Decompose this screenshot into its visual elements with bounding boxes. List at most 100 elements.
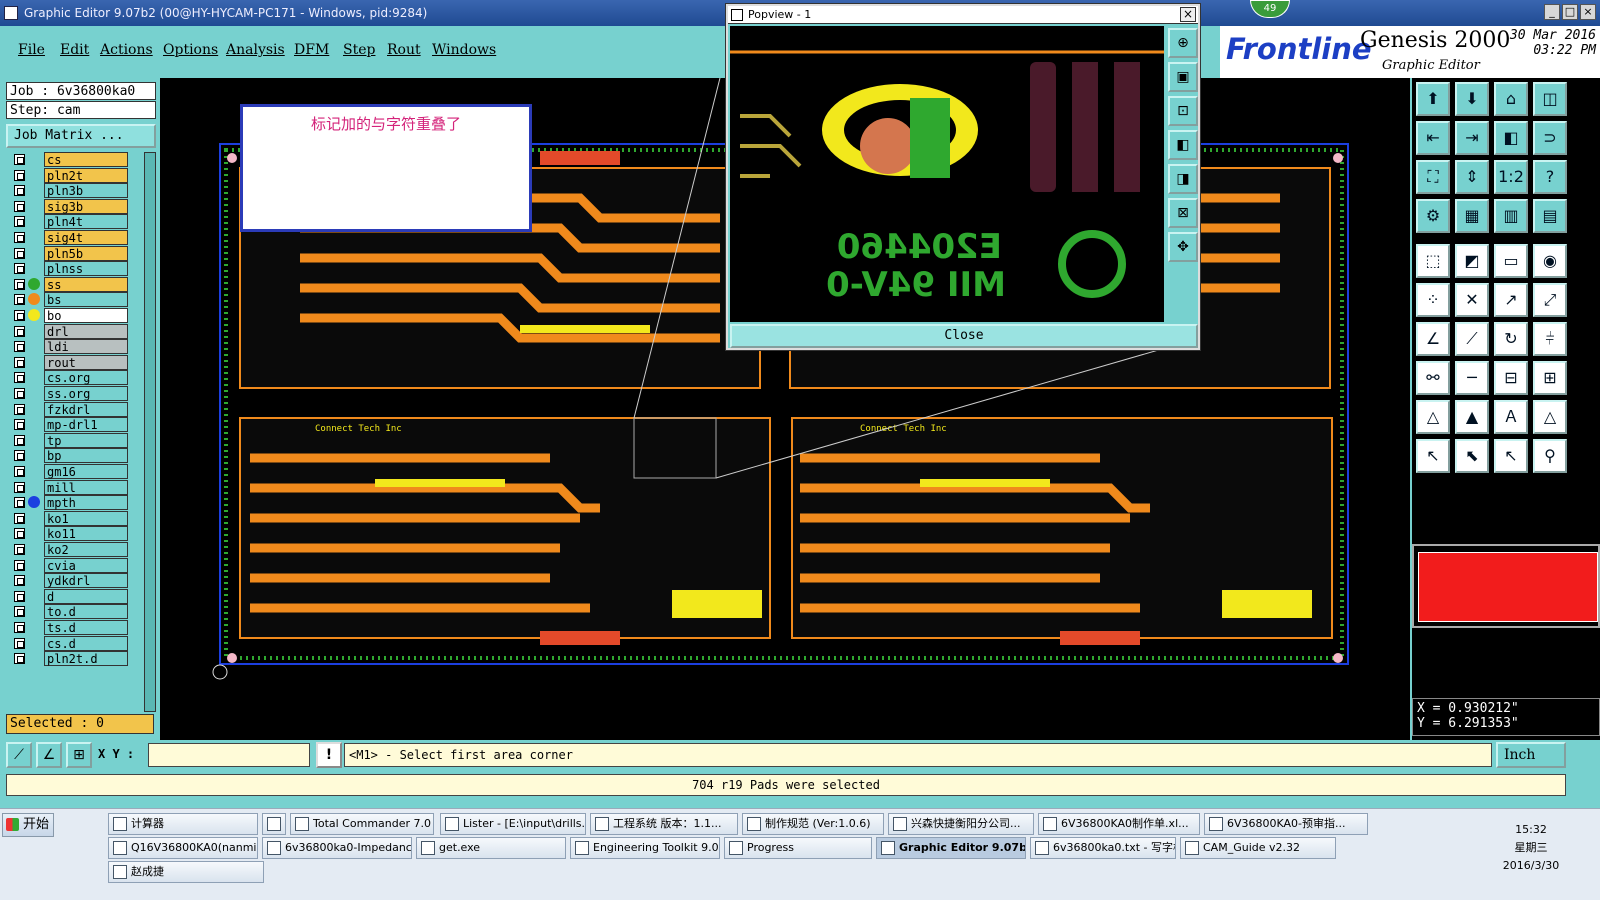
layer-row[interactable]: rout bbox=[8, 354, 132, 370]
popview-fit-button[interactable]: ▣ bbox=[1168, 62, 1198, 92]
tool-button-28[interactable]: ⚯ bbox=[1416, 361, 1450, 395]
tool-button-34[interactable]: Ａ bbox=[1494, 400, 1528, 434]
taskbar-button[interactable]: Engineering Toolkit 9.07... bbox=[570, 837, 720, 859]
layer-row[interactable]: ss.org bbox=[8, 386, 132, 401]
xy-input[interactable] bbox=[148, 743, 310, 767]
layer-name[interactable]: pln2t.d bbox=[44, 651, 128, 667]
layer-checkbox[interactable] bbox=[14, 169, 25, 181]
layer-row[interactable]: to.d bbox=[8, 604, 132, 620]
tool-button-24[interactable]: ∠ bbox=[1416, 322, 1450, 356]
clock[interactable]: 15:32 星期三 2016/3/30 bbox=[1496, 821, 1566, 875]
layer-name[interactable]: pln2t bbox=[44, 167, 128, 183]
layer-checkbox[interactable] bbox=[14, 372, 25, 384]
tool-button-13[interactable]: ▦ bbox=[1455, 199, 1489, 233]
layer-name[interactable]: sig3b bbox=[44, 198, 128, 214]
layer-row[interactable]: ko2 bbox=[8, 542, 132, 557]
layer-row[interactable]: ko1 bbox=[8, 510, 132, 526]
layer-row[interactable]: pln2t bbox=[8, 167, 132, 183]
layer-row[interactable]: plnss bbox=[8, 261, 132, 277]
layer-checkbox[interactable] bbox=[14, 403, 25, 415]
layer-name[interactable]: cs bbox=[44, 152, 128, 167]
menu-dfm[interactable]: DFM bbox=[294, 42, 329, 58]
layer-row[interactable]: pln5b bbox=[8, 245, 132, 261]
layer-name[interactable]: cs.org bbox=[44, 370, 128, 386]
popview-right-button[interactable]: ◨ bbox=[1168, 164, 1198, 194]
layer-checkbox[interactable] bbox=[14, 185, 25, 197]
units-dropdown[interactable]: Inch bbox=[1496, 742, 1566, 768]
minimize-button[interactable]: _ bbox=[1544, 4, 1560, 20]
menu-rout[interactable]: Rout bbox=[387, 42, 421, 58]
tool-button-39[interactable]: ⚲ bbox=[1533, 439, 1567, 473]
layer-name[interactable]: ko2 bbox=[44, 542, 128, 557]
taskbar-button[interactable]: Total Commander 7.0 ... bbox=[290, 813, 434, 835]
overview-minimap[interactable] bbox=[1412, 544, 1600, 628]
layer-name[interactable]: ko11 bbox=[44, 526, 128, 542]
layer-checkbox[interactable] bbox=[14, 622, 25, 633]
layer-checkbox[interactable] bbox=[14, 356, 25, 368]
layer-row[interactable]: mpth bbox=[8, 495, 132, 511]
layer-name[interactable]: d bbox=[44, 588, 128, 604]
menu-actions[interactable]: Actions bbox=[100, 42, 153, 58]
layer-row[interactable]: ts.d bbox=[8, 620, 132, 635]
taskbar-button[interactable]: 制作规范 (Ver:1.0.6) bbox=[742, 813, 884, 835]
popview-close-button[interactable]: Close bbox=[730, 324, 1198, 348]
layer-checkbox[interactable] bbox=[14, 341, 25, 353]
layer-name[interactable]: rout bbox=[44, 354, 128, 370]
tool-button-27[interactable]: ⫩ bbox=[1533, 322, 1567, 356]
tool-button-14[interactable]: ▥ bbox=[1494, 199, 1528, 233]
layer-row[interactable]: pln3b bbox=[8, 183, 132, 199]
layer-name[interactable]: ldi bbox=[44, 339, 128, 355]
layer-name[interactable]: pln3b bbox=[44, 183, 128, 199]
layer-row[interactable]: mill bbox=[8, 479, 132, 495]
taskbar-button[interactable]: 6v36800ka0-Impedance... bbox=[262, 837, 412, 859]
taskbar-button[interactable] bbox=[262, 813, 286, 835]
layer-row[interactable]: pln2t.d bbox=[8, 651, 132, 667]
tool-button-17[interactable]: ◩ bbox=[1455, 244, 1489, 278]
layer-row[interactable]: ko11 bbox=[8, 526, 132, 542]
layer-row[interactable]: d bbox=[8, 588, 132, 604]
menu-file[interactable]: File bbox=[18, 42, 45, 58]
tool-button-26[interactable]: ↻ bbox=[1494, 322, 1528, 356]
layer-name[interactable]: bo bbox=[44, 308, 128, 323]
layer-checkbox[interactable] bbox=[14, 653, 25, 665]
taskbar-button[interactable]: CAM_Guide v2.32 bbox=[1180, 837, 1336, 859]
layer-checkbox[interactable] bbox=[14, 544, 25, 555]
layer-checkbox[interactable] bbox=[14, 512, 25, 524]
menu-analysis[interactable]: Analysis bbox=[226, 42, 285, 58]
tool-button-32[interactable]: △ bbox=[1416, 400, 1450, 434]
tool-button-20[interactable]: ⁘ bbox=[1416, 283, 1450, 317]
layer-row[interactable]: bo bbox=[8, 308, 132, 323]
tool-button-7[interactable]: ⊃ bbox=[1533, 121, 1567, 155]
layer-checkbox[interactable] bbox=[14, 232, 25, 243]
layer-row[interactable]: drl bbox=[8, 323, 132, 339]
taskbar-button[interactable]: get.exe bbox=[416, 837, 566, 859]
layer-name[interactable]: fzkdrl bbox=[44, 401, 128, 417]
layer-row[interactable]: cs.d bbox=[8, 635, 132, 651]
layer-checkbox[interactable] bbox=[14, 325, 25, 337]
taskbar-button[interactable]: 6v36800ka0.txt - 写字板 bbox=[1030, 837, 1176, 859]
taskbar-button[interactable]: 计算器 bbox=[108, 813, 258, 835]
layer-name[interactable]: to.d bbox=[44, 604, 128, 620]
tool-button-2[interactable]: ⌂ bbox=[1494, 82, 1528, 116]
layer-row[interactable]: ss bbox=[8, 276, 132, 292]
tool-button-3[interactable]: ◫ bbox=[1533, 82, 1567, 116]
layer-checkbox[interactable] bbox=[14, 294, 25, 306]
layer-name[interactable]: mpth bbox=[44, 495, 128, 511]
layer-name[interactable]: ydkdrl bbox=[44, 573, 128, 589]
popview-left-button[interactable]: ◧ bbox=[1168, 130, 1198, 160]
layer-row[interactable]: sig4t bbox=[8, 230, 132, 245]
layer-checkbox[interactable] bbox=[14, 278, 25, 290]
tool-button-22[interactable]: ↗ bbox=[1494, 283, 1528, 317]
popview-canvas[interactable]: E204460 MII 94V-0 bbox=[730, 26, 1164, 322]
layer-row[interactable]: sig3b bbox=[8, 198, 132, 214]
tool-button-18[interactable]: ▭ bbox=[1494, 244, 1528, 278]
layer-name[interactable]: ss.org bbox=[44, 386, 128, 401]
layer-name[interactable]: pln4t bbox=[44, 214, 128, 230]
layer-name[interactable]: mp-drl1 bbox=[44, 417, 128, 433]
menu-edit[interactable]: Edit bbox=[60, 42, 89, 58]
layer-name[interactable]: tp bbox=[44, 432, 128, 448]
layer-checkbox[interactable] bbox=[14, 481, 25, 493]
tool-button-35[interactable]: △ bbox=[1533, 400, 1567, 434]
tool-button-29[interactable]: ─ bbox=[1455, 361, 1489, 395]
layer-row[interactable]: cs bbox=[8, 152, 132, 167]
